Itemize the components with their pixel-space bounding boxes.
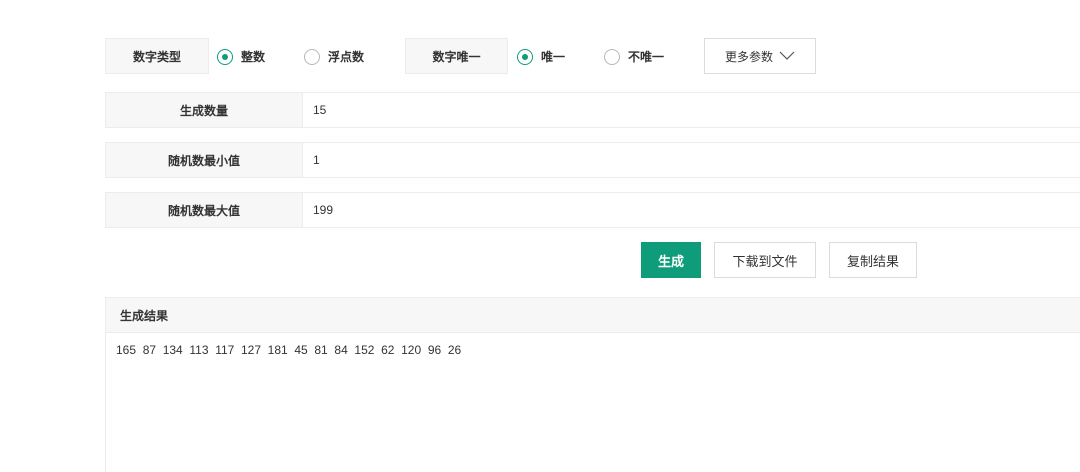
result-panel: 生成结果 165 87 134 113 117 127 181 45 81 84… <box>105 297 1080 472</box>
number-type-label: 数字类型 <box>105 38 209 74</box>
result-title: 生成结果 <box>106 298 1080 333</box>
copy-result-button[interactable]: 复制结果 <box>829 242 917 278</box>
radio-unchecked-icon <box>304 48 320 65</box>
radio-float-label: 浮点数 <box>328 50 365 64</box>
unique-label: 数字唯一 <box>405 38 508 74</box>
max-label: 随机数最大值 <box>106 193 303 227</box>
download-button[interactable]: 下载到文件 <box>714 242 816 278</box>
min-label: 随机数最小值 <box>106 143 303 177</box>
radio-float[interactable]: 浮点数 <box>304 48 364 65</box>
max-input[interactable] <box>303 193 1080 227</box>
radio-integer[interactable]: 整数 <box>217 48 265 65</box>
max-row: 随机数最大值 <box>105 192 1080 228</box>
radio-integer-label: 整数 <box>241 50 266 64</box>
radio-not-unique[interactable]: 不唯一 <box>604 48 664 65</box>
generate-button[interactable]: 生成 <box>641 242 701 278</box>
radio-unique[interactable]: 唯一 <box>517 48 565 65</box>
count-input[interactable] <box>303 93 1080 127</box>
radio-unchecked-icon <box>604 48 620 65</box>
radio-checked-icon <box>217 48 233 65</box>
min-input[interactable] <box>303 143 1080 177</box>
count-label: 生成数量 <box>106 93 303 127</box>
chevron-down-icon <box>779 51 795 60</box>
radio-unique-label: 唯一 <box>541 50 566 64</box>
count-row: 生成数量 <box>105 92 1080 128</box>
more-params-label: 更多参数 <box>724 49 773 64</box>
more-params-button[interactable]: 更多参数 <box>704 38 816 74</box>
radio-not-unique-label: 不唯一 <box>628 50 665 64</box>
radio-checked-icon <box>517 48 533 65</box>
result-text[interactable]: 165 87 134 113 117 127 181 45 81 84 152 … <box>106 333 1080 357</box>
min-row: 随机数最小值 <box>105 142 1080 178</box>
